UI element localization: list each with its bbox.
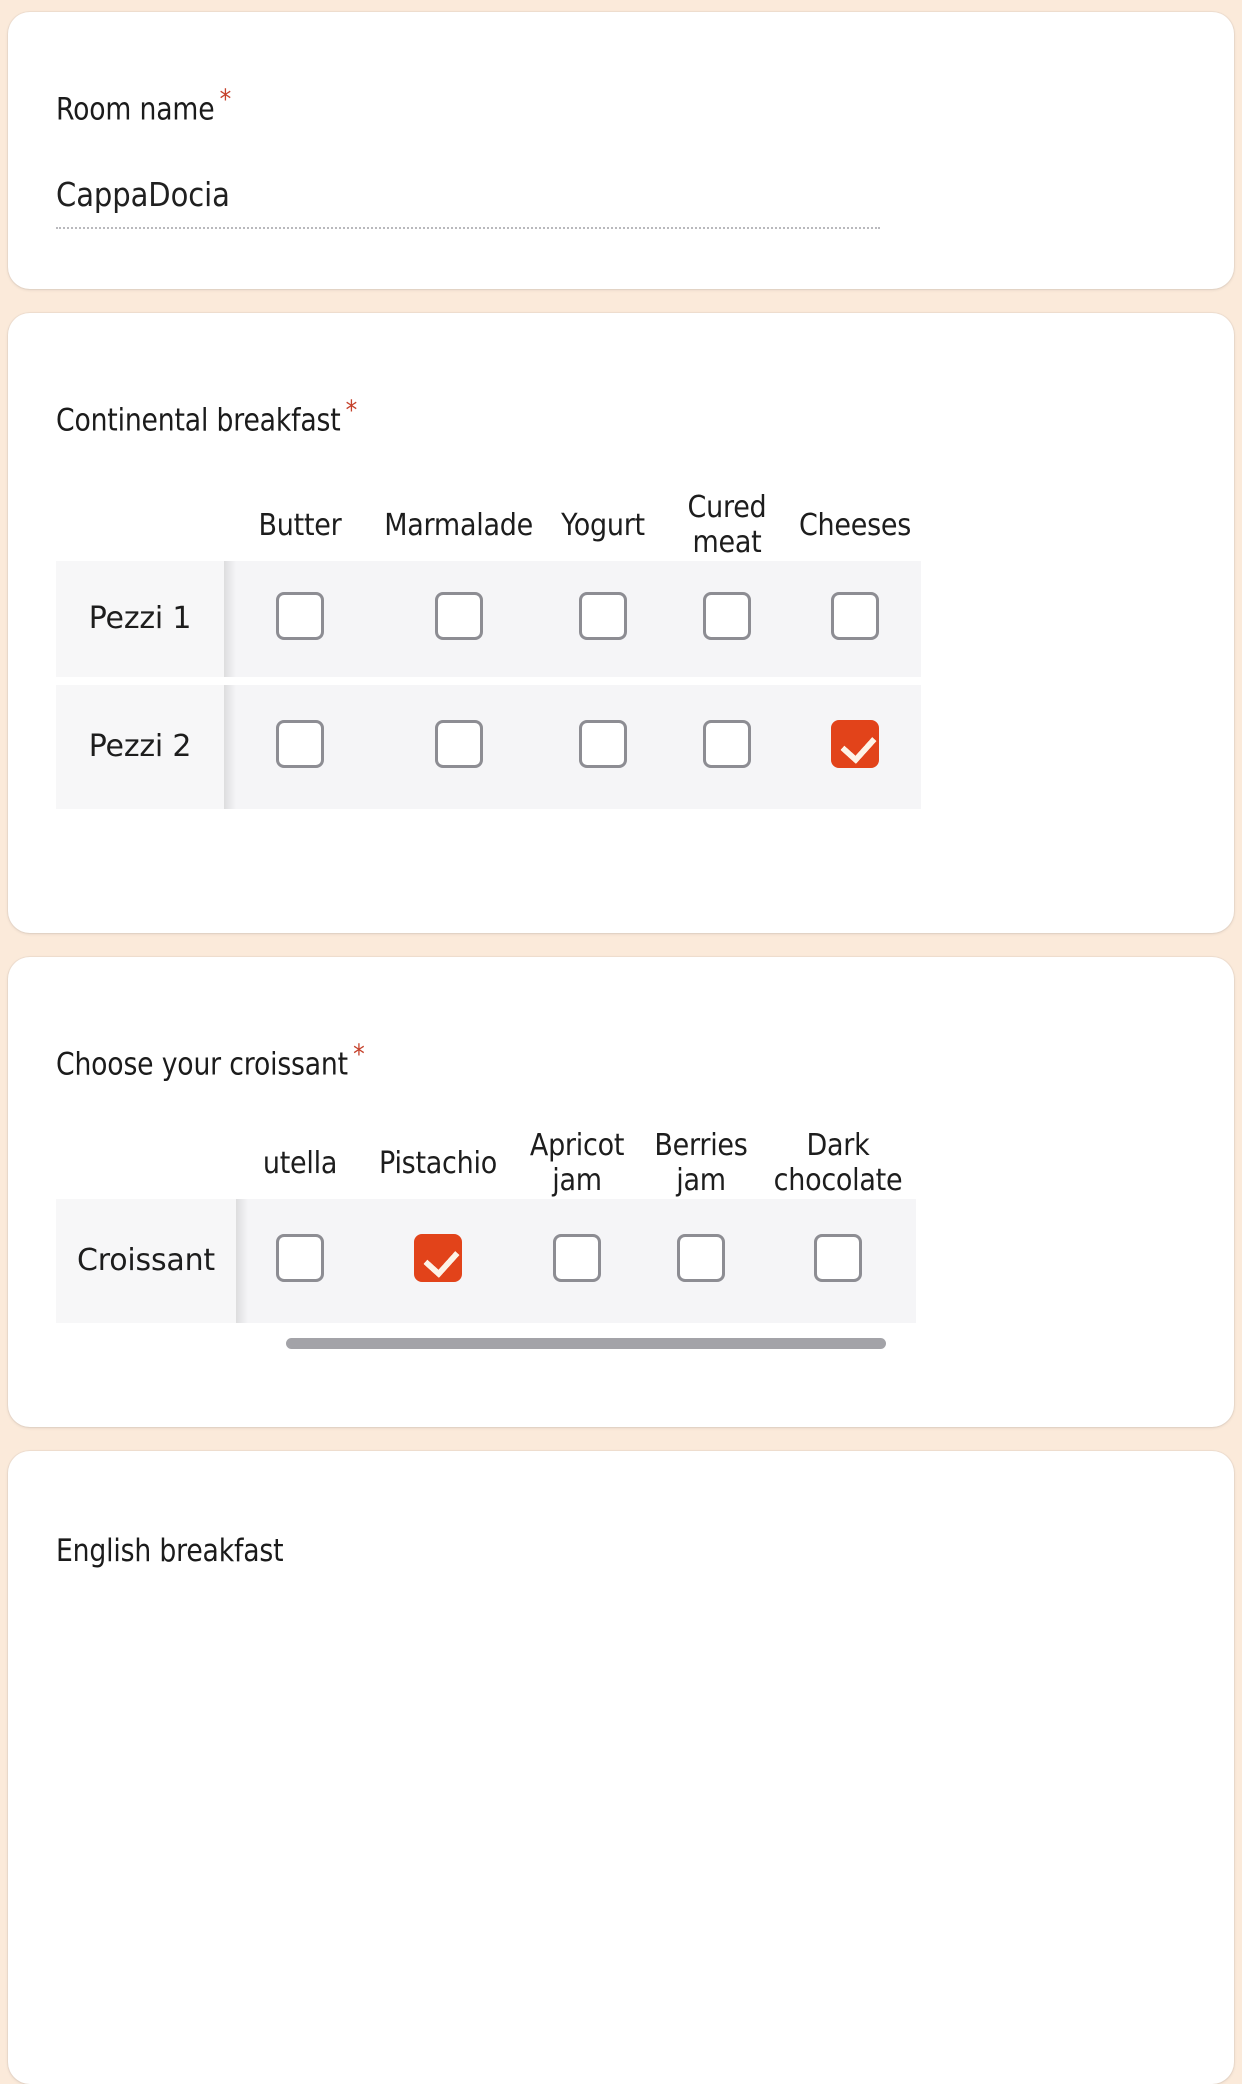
checkbox-croissant-berries-jam[interactable]: [677, 1234, 725, 1283]
required-marker-room-name: *: [219, 84, 232, 115]
table-row: Croissant: [56, 1198, 916, 1323]
room-name-input[interactable]: [56, 175, 782, 215]
cell-pezzi-2-marmalade[interactable]: [376, 684, 542, 809]
card-english-breakfast: English breakfast: [8, 1451, 1234, 2084]
cell-pezzi-2-cured-meat[interactable]: [665, 684, 790, 809]
row-label-pezzi-2: Pezzi 2: [56, 684, 236, 809]
grid-continental: Butter Marmalade Yogurt Cured meat Chees…: [56, 490, 922, 809]
required-marker-choose-your-croissant: *: [353, 1039, 365, 1070]
question-label-english-breakfast-text: English breakfast: [56, 1533, 284, 1569]
horizontal-scrollbar-croissant[interactable]: [56, 1329, 1234, 1357]
grid-header-row-continental: Butter Marmalade Yogurt Cured meat Chees…: [56, 490, 921, 560]
column-header-cheeses: Cheeses: [799, 507, 912, 543]
grid-corner-cell-croissant: [56, 1128, 236, 1198]
row-label-croissant: Croissant: [56, 1198, 248, 1323]
checkbox-croissant-apricot-jam[interactable]: [553, 1234, 601, 1283]
checkbox-pezzi-2-butter[interactable]: [276, 720, 324, 769]
matrix-scroller-croissant[interactable]: utella Pistachio Apricot jam Berries jam…: [56, 1128, 1202, 1323]
checkbox-pezzi-2-marmalade[interactable]: [434, 720, 483, 769]
cell-croissant-berries-jam[interactable]: [642, 1198, 760, 1323]
column-header-berries-jam: Berries jam: [654, 1128, 748, 1199]
column-header-yogurt: Yogurt: [561, 507, 646, 543]
column-header-cured-meat: Cured meat: [687, 490, 767, 561]
cell-pezzi-1-cured-meat[interactable]: [665, 560, 790, 685]
question-label-continental-breakfast: Continental breakfast *: [56, 313, 1028, 438]
row-label-pezzi-1: Pezzi 1: [56, 560, 236, 685]
checkbox-pezzi-2-cheeses[interactable]: [831, 720, 880, 769]
grid-header-row-croissant: utella Pistachio Apricot jam Berries jam…: [56, 1128, 916, 1198]
cell-pezzi-2-cheeses[interactable]: [789, 684, 922, 809]
checkbox-pezzi-2-cured-meat[interactable]: [703, 720, 752, 769]
cell-croissant-nutella[interactable]: [236, 1198, 364, 1323]
checkbox-pezzi-1-butter[interactable]: [276, 592, 324, 641]
card-continental-breakfast: Continental breakfast * Butter Marmalade …: [8, 313, 1234, 933]
matrix-choose-your-croissant: utella Pistachio Apricot jam Berries jam…: [8, 1128, 1234, 1323]
checkbox-pezzi-2-yogurt[interactable]: [579, 720, 628, 769]
checkbox-pezzi-1-marmalade[interactable]: [434, 592, 483, 641]
grid-croissant: utella Pistachio Apricot jam Berries jam…: [56, 1128, 916, 1323]
question-label-continental-breakfast-text: Continental breakfast: [56, 402, 341, 439]
cell-croissant-pistachio[interactable]: [364, 1198, 512, 1323]
checkbox-pezzi-1-cured-meat[interactable]: [703, 592, 752, 641]
question-label-room-name: Room name *: [56, 12, 1028, 127]
column-header-butter: Butter: [258, 507, 342, 543]
column-header-apricot-jam: Apricot jam: [529, 1128, 625, 1199]
checkbox-pezzi-1-cheeses[interactable]: [831, 592, 880, 641]
cell-pezzi-1-butter[interactable]: [224, 560, 376, 685]
matrix-scroller-continental[interactable]: Butter Marmalade Yogurt Cured meat Chees…: [56, 490, 1202, 809]
card-room-name: Room name *: [8, 12, 1234, 289]
cell-pezzi-1-marmalade[interactable]: [376, 560, 542, 685]
column-header-nutella: utella: [262, 1145, 338, 1181]
checkbox-croissant-dark-chocolate[interactable]: [814, 1234, 862, 1283]
checkbox-pezzi-1-yogurt[interactable]: [579, 592, 628, 641]
room-name-input-wrap: [56, 175, 880, 230]
column-header-pistachio: Pistachio: [379, 1145, 497, 1181]
table-row: Pezzi 2: [56, 684, 922, 809]
question-label-english-breakfast: English breakfast: [56, 1451, 1028, 1569]
table-row: Pezzi 1: [56, 560, 922, 685]
cell-pezzi-2-butter[interactable]: [224, 684, 376, 809]
checkbox-croissant-nutella[interactable]: [276, 1234, 324, 1283]
column-header-marmalade: Marmalade: [384, 507, 533, 543]
cell-pezzi-1-cheeses[interactable]: [789, 560, 922, 685]
question-label-choose-your-croissant: Choose your croissant *: [56, 957, 1028, 1082]
required-marker-continental-breakfast: *: [345, 395, 358, 426]
matrix-continental-breakfast: Butter Marmalade Yogurt Cured meat Chees…: [8, 490, 1234, 809]
form-page: Room name* Continental breakfast* Butter…: [0, 0, 1242, 2084]
checkbox-croissant-pistachio[interactable]: [414, 1234, 462, 1283]
cell-pezzi-1-yogurt[interactable]: [541, 560, 666, 685]
grid-corner-cell: [56, 490, 224, 560]
card-choose-your-croissant: Choose your croissant * utella Pistachio …: [8, 957, 1234, 1427]
question-label-choose-your-croissant-text: Choose your croissant: [56, 1046, 348, 1083]
question-label-room-name-text: Room name: [56, 91, 215, 128]
cell-croissant-dark-chocolate[interactable]: [760, 1198, 916, 1323]
cell-croissant-apricot-jam[interactable]: [512, 1198, 642, 1323]
column-header-dark-chocolate: Dark chocolate: [773, 1128, 903, 1199]
horizontal-scrollbar-thumb-croissant[interactable]: [286, 1337, 886, 1349]
cell-pezzi-2-yogurt[interactable]: [541, 684, 666, 809]
